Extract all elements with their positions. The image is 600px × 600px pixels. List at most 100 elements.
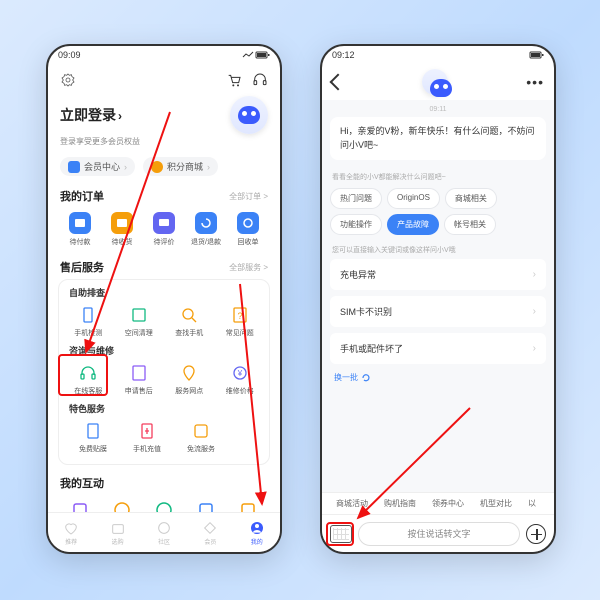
chip-fault[interactable]: 产品故障 [387, 214, 439, 235]
more-icon[interactable]: ••• [526, 74, 544, 90]
header [48, 64, 280, 92]
status-bar: 09:09 [48, 46, 280, 64]
item-label: 常见问题 [226, 328, 254, 338]
question-label: 手机或配件坏了 [340, 342, 403, 355]
tab-label: 选购 [112, 537, 124, 546]
avatar[interactable] [230, 96, 268, 134]
svc-online-service[interactable]: 在线客服 [66, 363, 110, 396]
section-aftersales: 售后服务 全部服务 > [48, 255, 280, 277]
svc-recharge[interactable]: 手机充值 [125, 421, 169, 454]
item-label: 维修价格 [226, 386, 254, 396]
item-label: 手机检测 [74, 328, 102, 338]
chip-account[interactable]: 帐号相关 [444, 214, 496, 235]
tab-mine[interactable]: 我的 [249, 520, 265, 546]
voice-input[interactable]: 按住说话转文字 [358, 522, 520, 546]
group-title: 自助排查 [63, 286, 265, 303]
group-title: 特色服务 [63, 402, 265, 419]
tab-label: 社区 [158, 537, 170, 546]
order-item-refund[interactable]: 退货/退款 [188, 212, 224, 247]
tab-bar: 推荐 选购 社区 会员 我的 [48, 512, 280, 552]
tab-shop[interactable]: 选购 [110, 520, 126, 546]
svc-apply-after[interactable]: 申请售后 [117, 363, 161, 396]
aftersales-more-link[interactable]: 全部服务 > [229, 262, 268, 273]
cart-icon[interactable] [226, 72, 242, 88]
tab-recommend[interactable]: 推荐 [63, 520, 79, 546]
section-title: 售后服务 [60, 259, 104, 275]
recycle-icon [242, 217, 254, 229]
tab-label: 推荐 [65, 537, 77, 546]
orders-more-link[interactable]: 全部订单 > [229, 191, 268, 202]
faq-icon: ? [231, 306, 249, 324]
group-row: 免费贴膜 手机充值 免流服务 [63, 419, 265, 460]
login-button[interactable]: 立即登录› [60, 105, 122, 125]
keyboard-icon[interactable] [330, 525, 352, 543]
refund-icon [200, 217, 212, 229]
item-label: 服务网点 [175, 386, 203, 396]
pill-member-center[interactable]: 会员中心› [60, 157, 135, 176]
item-label: 手机充值 [133, 444, 161, 454]
svc-phone-check[interactable]: 手机检测 [66, 305, 110, 338]
order-item-shipping[interactable]: 待收货 [104, 212, 140, 247]
section-title: 我的互动 [60, 475, 104, 491]
order-item-review[interactable]: 待评价 [146, 212, 182, 247]
svc-free-film[interactable]: 免费贴膜 [71, 421, 115, 454]
data-icon [192, 422, 210, 440]
item-label: 待收货 [112, 237, 133, 247]
svc-faq[interactable]: ? 常见问题 [218, 305, 262, 338]
question-label: 充电异常 [340, 268, 376, 281]
tag[interactable]: 机型对比 [474, 496, 518, 511]
tag[interactable]: 领券中心 [426, 496, 470, 511]
back-icon[interactable] [330, 74, 347, 91]
svc-stores[interactable]: 服务网点 [167, 363, 211, 396]
item-label: 查找手机 [175, 328, 203, 338]
login-row: 立即登录› [48, 92, 280, 136]
group-row: 手机检测 空间清理 查找手机 ? 常见问题 [63, 303, 265, 344]
refresh-link[interactable]: 换一批 [330, 370, 546, 385]
order-item-pending-pay[interactable]: 待付款 [62, 212, 98, 247]
item-label: 退货/退款 [191, 237, 221, 247]
chevron-right-icon: › [533, 343, 536, 354]
tab-label: 会员 [204, 537, 216, 546]
item-label: 待付款 [70, 237, 91, 247]
pill-label: 积分商城 [167, 160, 203, 173]
login-label: 立即登录 [60, 107, 116, 123]
settings-icon[interactable] [60, 72, 76, 88]
order-item-recycle[interactable]: 回收单 [230, 212, 266, 247]
login-subtitle: 登录享受更多会员权益 [48, 136, 280, 153]
svg-text:¥: ¥ [237, 369, 243, 378]
question-row[interactable]: SIM卡不识别› [330, 296, 546, 327]
box-icon [116, 217, 128, 229]
tag[interactable]: 以 [522, 496, 542, 511]
price-icon: ¥ [231, 364, 249, 382]
chat-header: ••• [322, 64, 554, 100]
aftersales-card: 自助排查 手机检测 空间清理 查找手机 ?常见问题 咨询与维修 在线客服 申请售… [58, 279, 270, 465]
question-row[interactable]: 手机或配件坏了 › [330, 333, 546, 364]
chip-originos[interactable]: OriginOS [387, 188, 440, 209]
svc-cleanup[interactable]: 空间清理 [117, 305, 161, 338]
chip-hot[interactable]: 热门问题 [330, 188, 382, 209]
svc-free-data[interactable]: 免流服务 [179, 421, 223, 454]
plus-icon[interactable] [526, 524, 546, 544]
tab-community[interactable]: 社区 [156, 520, 172, 546]
comment-icon [158, 217, 170, 229]
question-label: SIM卡不识别 [340, 305, 392, 318]
svc-find-phone[interactable]: 查找手机 [167, 305, 211, 338]
chip-function[interactable]: 功能操作 [330, 214, 382, 235]
tag[interactable]: 购机指南 [378, 496, 422, 511]
chevron-right-icon: › [207, 162, 210, 172]
chat-timestamp: 09:11 [330, 104, 546, 117]
headset-icon[interactable] [252, 72, 268, 88]
section-title: 我的订单 [60, 188, 104, 204]
section-interact: 我的互动 [48, 471, 280, 493]
tag-bar[interactable]: 商城活动 购机指南 领券中心 机型对比 以 [322, 492, 554, 514]
question-row[interactable]: 充电异常› [330, 259, 546, 290]
voice-placeholder: 按住说话转文字 [407, 527, 470, 540]
svc-repair-price[interactable]: ¥ 维修价格 [218, 363, 262, 396]
tag[interactable]: 商城活动 [330, 496, 374, 511]
recharge-icon [138, 422, 156, 440]
chip-mall[interactable]: 商城相关 [445, 188, 497, 209]
diamond-icon [68, 161, 80, 173]
refresh-icon [361, 373, 371, 383]
pill-points-mall[interactable]: 积分商城 › [143, 157, 218, 176]
tab-member[interactable]: 会员 [202, 520, 218, 546]
